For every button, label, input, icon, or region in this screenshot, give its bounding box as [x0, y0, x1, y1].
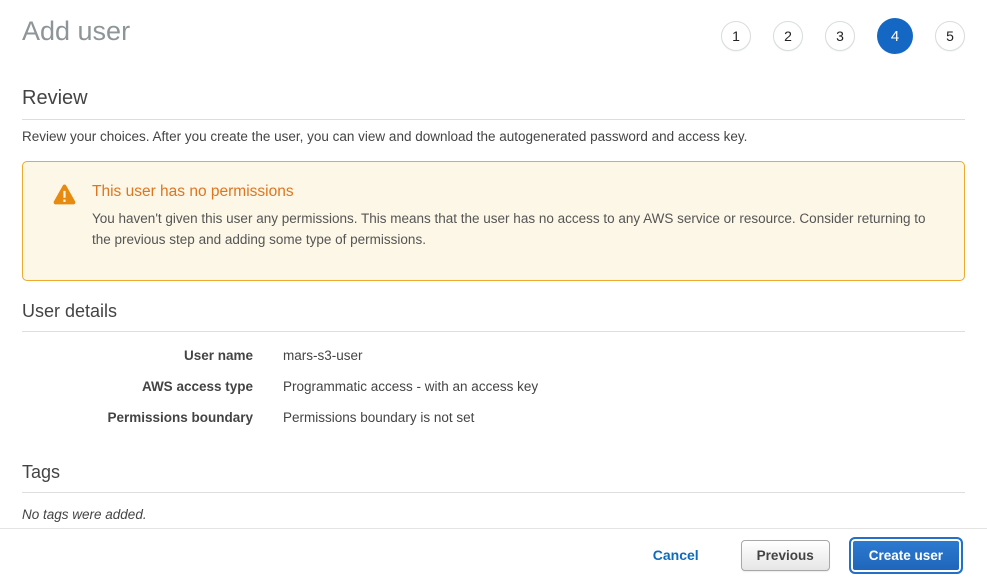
review-section: Review Review your choices. After you cr…	[22, 87, 965, 144]
user-name-label: User name	[22, 347, 253, 365]
create-user-button[interactable]: Create user	[849, 537, 963, 574]
review-description: Review your choices. After you create th…	[22, 129, 965, 144]
cancel-link[interactable]: Cancel	[653, 547, 699, 563]
warning-title: This user has no permissions	[92, 183, 944, 201]
user-details-list: User name mars-s3-user AWS access type P…	[22, 347, 965, 427]
tags-section: Tags No tags were added.	[22, 462, 965, 522]
footer-action-bar: Cancel Previous Create user	[0, 528, 987, 581]
step-2: 2	[773, 21, 803, 51]
detail-row-permissions-boundary: Permissions boundary Permissions boundar…	[22, 409, 965, 427]
warning-text-block: This user has no permissions You haven't…	[92, 183, 944, 250]
step-1: 1	[721, 21, 751, 51]
step-indicator: 1 2 3 4 5	[721, 15, 965, 55]
aws-access-type-value: Programmatic access - with an access key	[283, 378, 538, 396]
review-heading: Review	[22, 87, 965, 120]
no-permissions-warning-banner: This user has no permissions You haven't…	[22, 161, 965, 281]
permissions-boundary-value: Permissions boundary is not set	[283, 409, 474, 427]
detail-row-user-name: User name mars-s3-user	[22, 347, 965, 365]
wizard-page: Add user 1 2 3 4 5 Review Review your ch…	[0, 0, 987, 522]
tags-heading: Tags	[22, 462, 965, 493]
page-title: Add user	[22, 15, 130, 47]
warning-triangle-icon	[53, 184, 76, 208]
step-5: 5	[935, 21, 965, 51]
user-details-section: User details User name mars-s3-user AWS …	[22, 301, 965, 427]
warning-body: You haven't given this user any permissi…	[92, 208, 944, 250]
aws-access-type-label: AWS access type	[22, 378, 253, 396]
tags-empty-text: No tags were added.	[22, 507, 965, 522]
user-name-value: mars-s3-user	[283, 347, 363, 365]
previous-button[interactable]: Previous	[741, 540, 830, 571]
step-3: 3	[825, 21, 855, 51]
detail-row-aws-access-type: AWS access type Programmatic access - wi…	[22, 378, 965, 396]
permissions-boundary-label: Permissions boundary	[22, 409, 253, 427]
user-details-heading: User details	[22, 301, 965, 332]
step-4-active: 4	[877, 18, 913, 54]
page-header: Add user 1 2 3 4 5	[22, 0, 965, 55]
